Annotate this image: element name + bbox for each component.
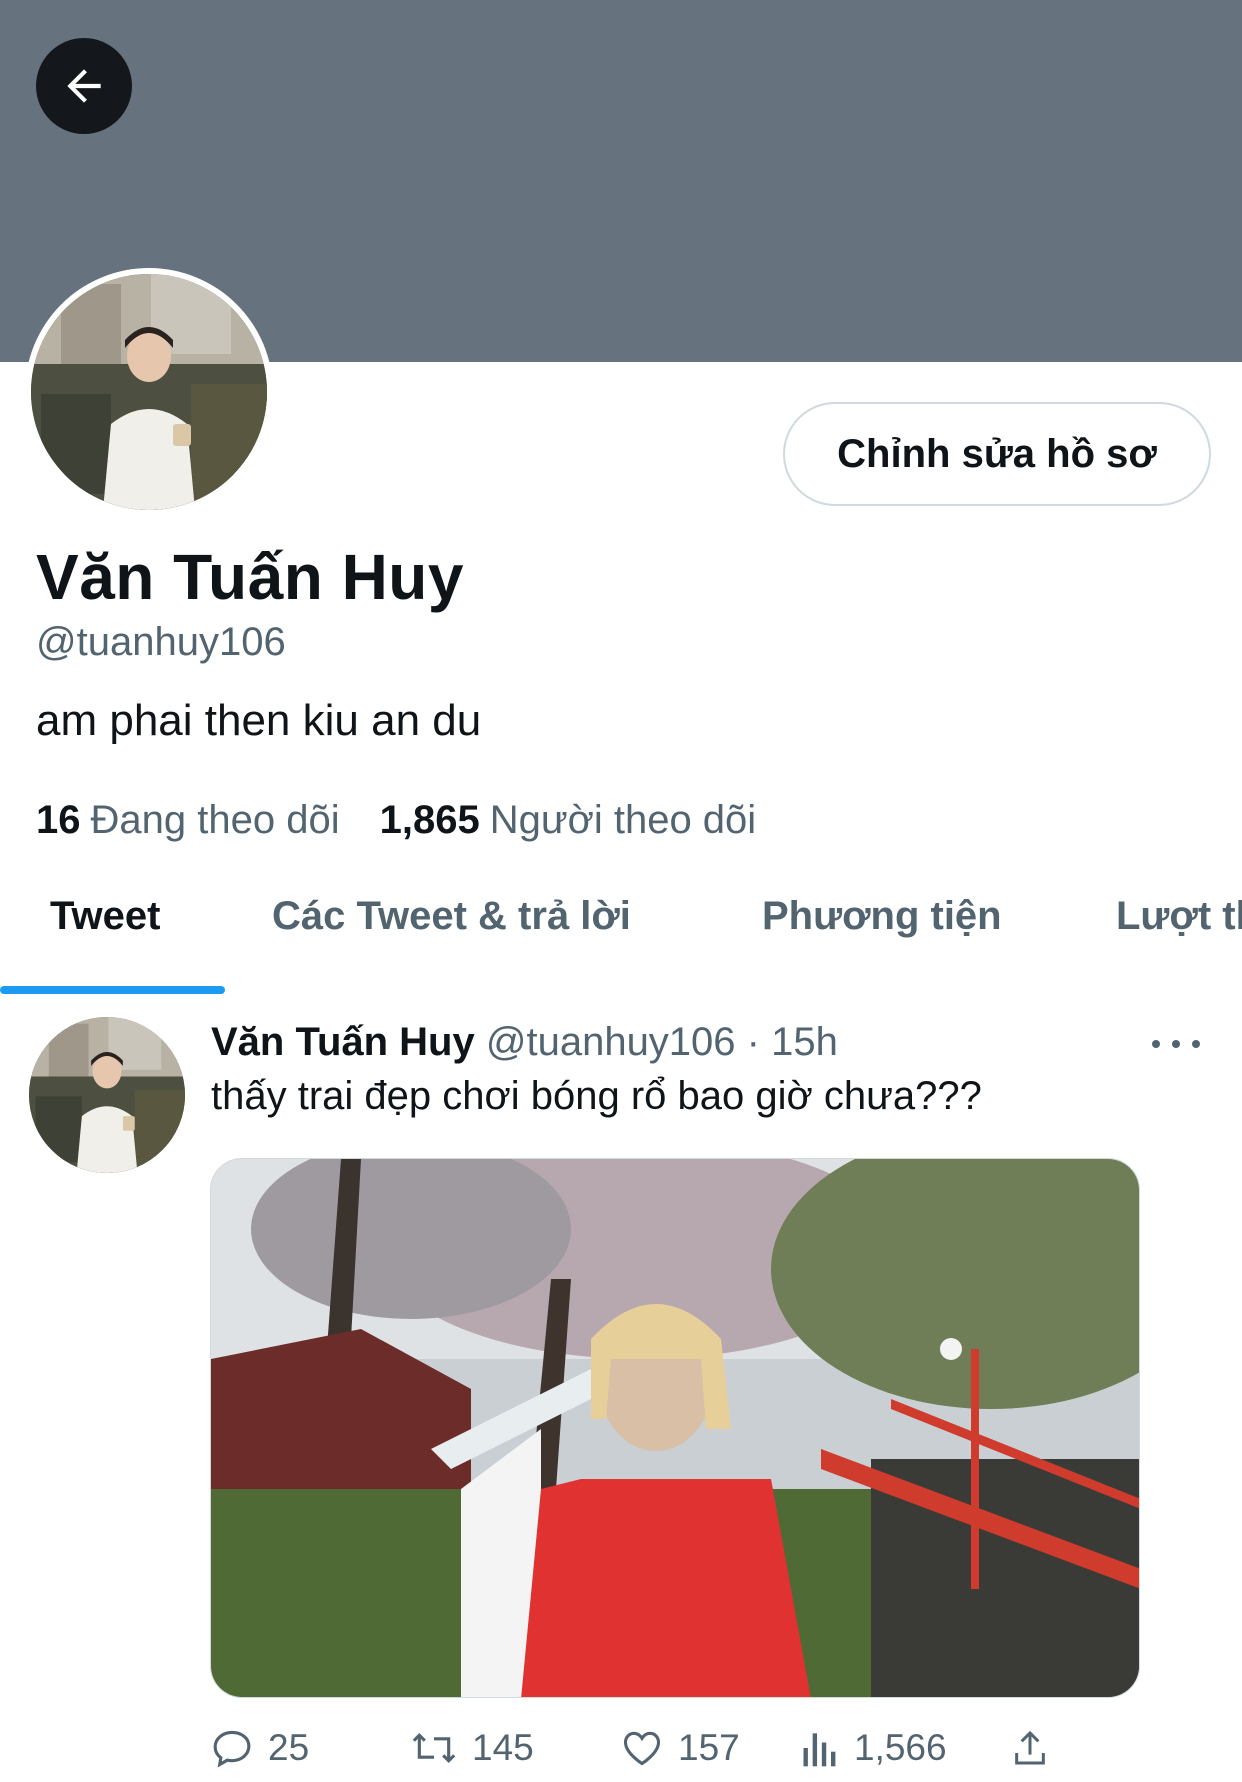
profile-bio: am phai then kiu an du: [36, 696, 482, 745]
arrow-left-icon: [67, 69, 101, 103]
tweet-actions: 25 145 157 1,566: [210, 1726, 1090, 1774]
views-button[interactable]: 1,566: [800, 1726, 947, 1770]
followers-count: 1,865: [379, 798, 480, 842]
tab-likes[interactable]: Lượt thích: [1116, 894, 1242, 939]
more-options-button[interactable]: [1152, 1026, 1200, 1062]
tweet-photo: [211, 1159, 1139, 1697]
edit-profile-button[interactable]: Chỉnh sửa hồ sơ: [783, 402, 1211, 506]
profile-avatar[interactable]: [25, 268, 273, 516]
retweet-icon: [412, 1732, 456, 1764]
active-tab-indicator: [0, 986, 225, 994]
follow-stats: 16 Đang theo dõi 1,865 Người theo dõi: [36, 798, 756, 843]
following-label: Đang theo dõi: [90, 798, 340, 842]
more-dot: [1152, 1040, 1160, 1048]
like-count: 157: [678, 1727, 740, 1768]
followers-label: Người theo dõi: [489, 798, 757, 842]
reply-count: 25: [268, 1727, 310, 1768]
comment-icon: [213, 1730, 251, 1768]
tweet-author-name[interactable]: Văn Tuấn Huy: [211, 1020, 475, 1064]
tweet-avatar-photo: [29, 1017, 185, 1173]
reply-button[interactable]: 25: [210, 1726, 309, 1770]
like-button[interactable]: 157: [620, 1726, 740, 1770]
retweet-button[interactable]: 145: [410, 1726, 534, 1770]
following-link[interactable]: 16 Đang theo dõi: [36, 798, 340, 843]
tweet-media[interactable]: [210, 1158, 1140, 1698]
retweet-count: 145: [472, 1727, 534, 1768]
tweet-meta[interactable]: @tuanhuy106 · 15h: [486, 1020, 838, 1064]
tweet-header: Văn Tuấn Huy @tuanhuy106 · 15h: [211, 1020, 838, 1065]
profile-handle: @tuanhuy106: [36, 620, 286, 664]
profile-photo: [31, 274, 267, 510]
share-button[interactable]: [1010, 1726, 1050, 1770]
followers-link[interactable]: 1,865 Người theo dõi: [380, 798, 757, 843]
more-dot: [1192, 1040, 1200, 1048]
heart-icon: [623, 1731, 661, 1766]
analytics-icon: [803, 1733, 836, 1767]
back-button[interactable]: [36, 38, 132, 134]
tab-media[interactable]: Phương tiện: [762, 894, 1002, 939]
tweet-text: thấy trai đẹp chơi bóng rổ bao giờ chưa?…: [211, 1074, 982, 1118]
tab-tweets[interactable]: Tweet: [50, 894, 160, 939]
following-count: 16: [36, 798, 81, 842]
profile-name: Văn Tuấn Huy: [36, 541, 464, 613]
tab-tweets-replies[interactable]: Các Tweet & trả lời: [272, 894, 631, 939]
more-dot: [1172, 1040, 1180, 1048]
view-count: 1,566: [854, 1727, 947, 1768]
share-icon: [1015, 1730, 1045, 1765]
tweet-avatar[interactable]: [29, 1017, 185, 1173]
